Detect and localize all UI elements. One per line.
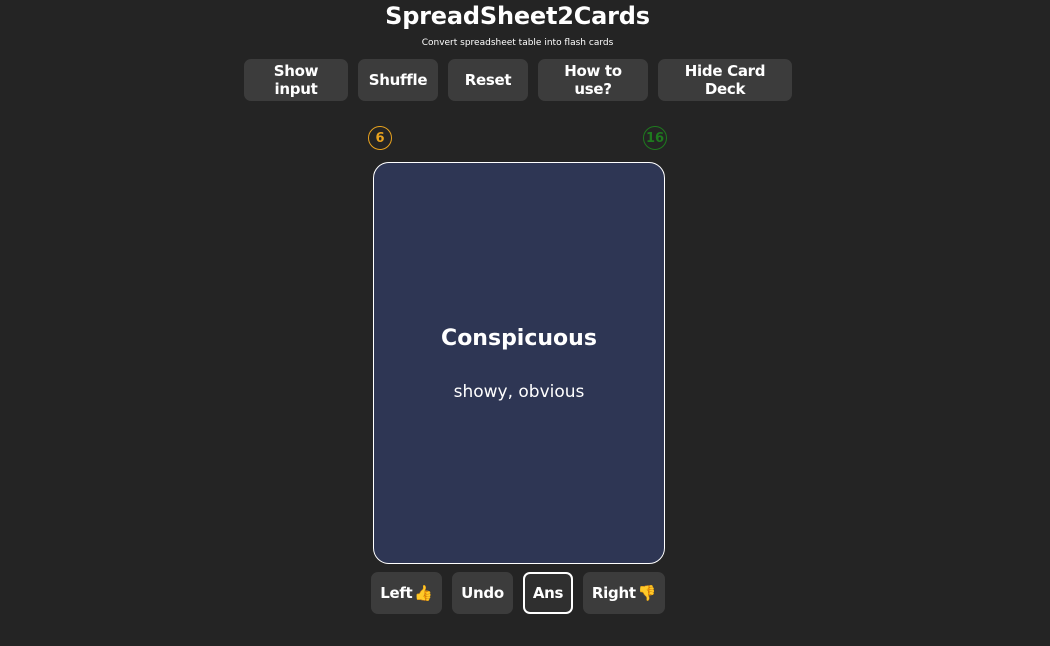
flash-card[interactable]: Conspicuous showy, obvious: [373, 162, 665, 564]
card-front-text: Conspicuous: [441, 326, 597, 351]
left-button-label: Left: [380, 584, 413, 602]
app: SpreadSheet2Cards Convert spreadsheet ta…: [0, 0, 1050, 646]
card-back-text: showy, obvious: [453, 382, 585, 402]
undo-button[interactable]: Undo: [452, 572, 513, 614]
thumbs-up-icon: 👍: [414, 584, 433, 602]
app-title: SpreadSheet2Cards: [385, 2, 650, 30]
shuffle-button[interactable]: Shuffle: [358, 59, 438, 101]
answer-button[interactable]: Ans: [523, 572, 573, 614]
right-button-label: Right: [591, 584, 636, 602]
reset-button[interactable]: Reset: [448, 59, 528, 101]
toolbar: Show input Shuffle Reset How to use? Hid…: [244, 59, 792, 101]
how-to-use-button[interactable]: How to use?: [538, 59, 648, 101]
left-count-badge: 6: [368, 126, 392, 150]
right-count-badge: 16: [643, 126, 667, 150]
show-input-button[interactable]: Show input: [244, 59, 348, 101]
app-subtitle: Convert spreadsheet table into flash car…: [421, 38, 614, 48]
card-controls: Left 👍 Undo Ans Right 👎: [371, 572, 665, 614]
right-button[interactable]: Right 👎: [583, 572, 665, 614]
thumbs-down-icon: 👎: [637, 584, 657, 602]
left-button[interactable]: Left 👍: [371, 572, 442, 614]
hide-card-deck-button[interactable]: Hide Card Deck: [658, 59, 792, 101]
